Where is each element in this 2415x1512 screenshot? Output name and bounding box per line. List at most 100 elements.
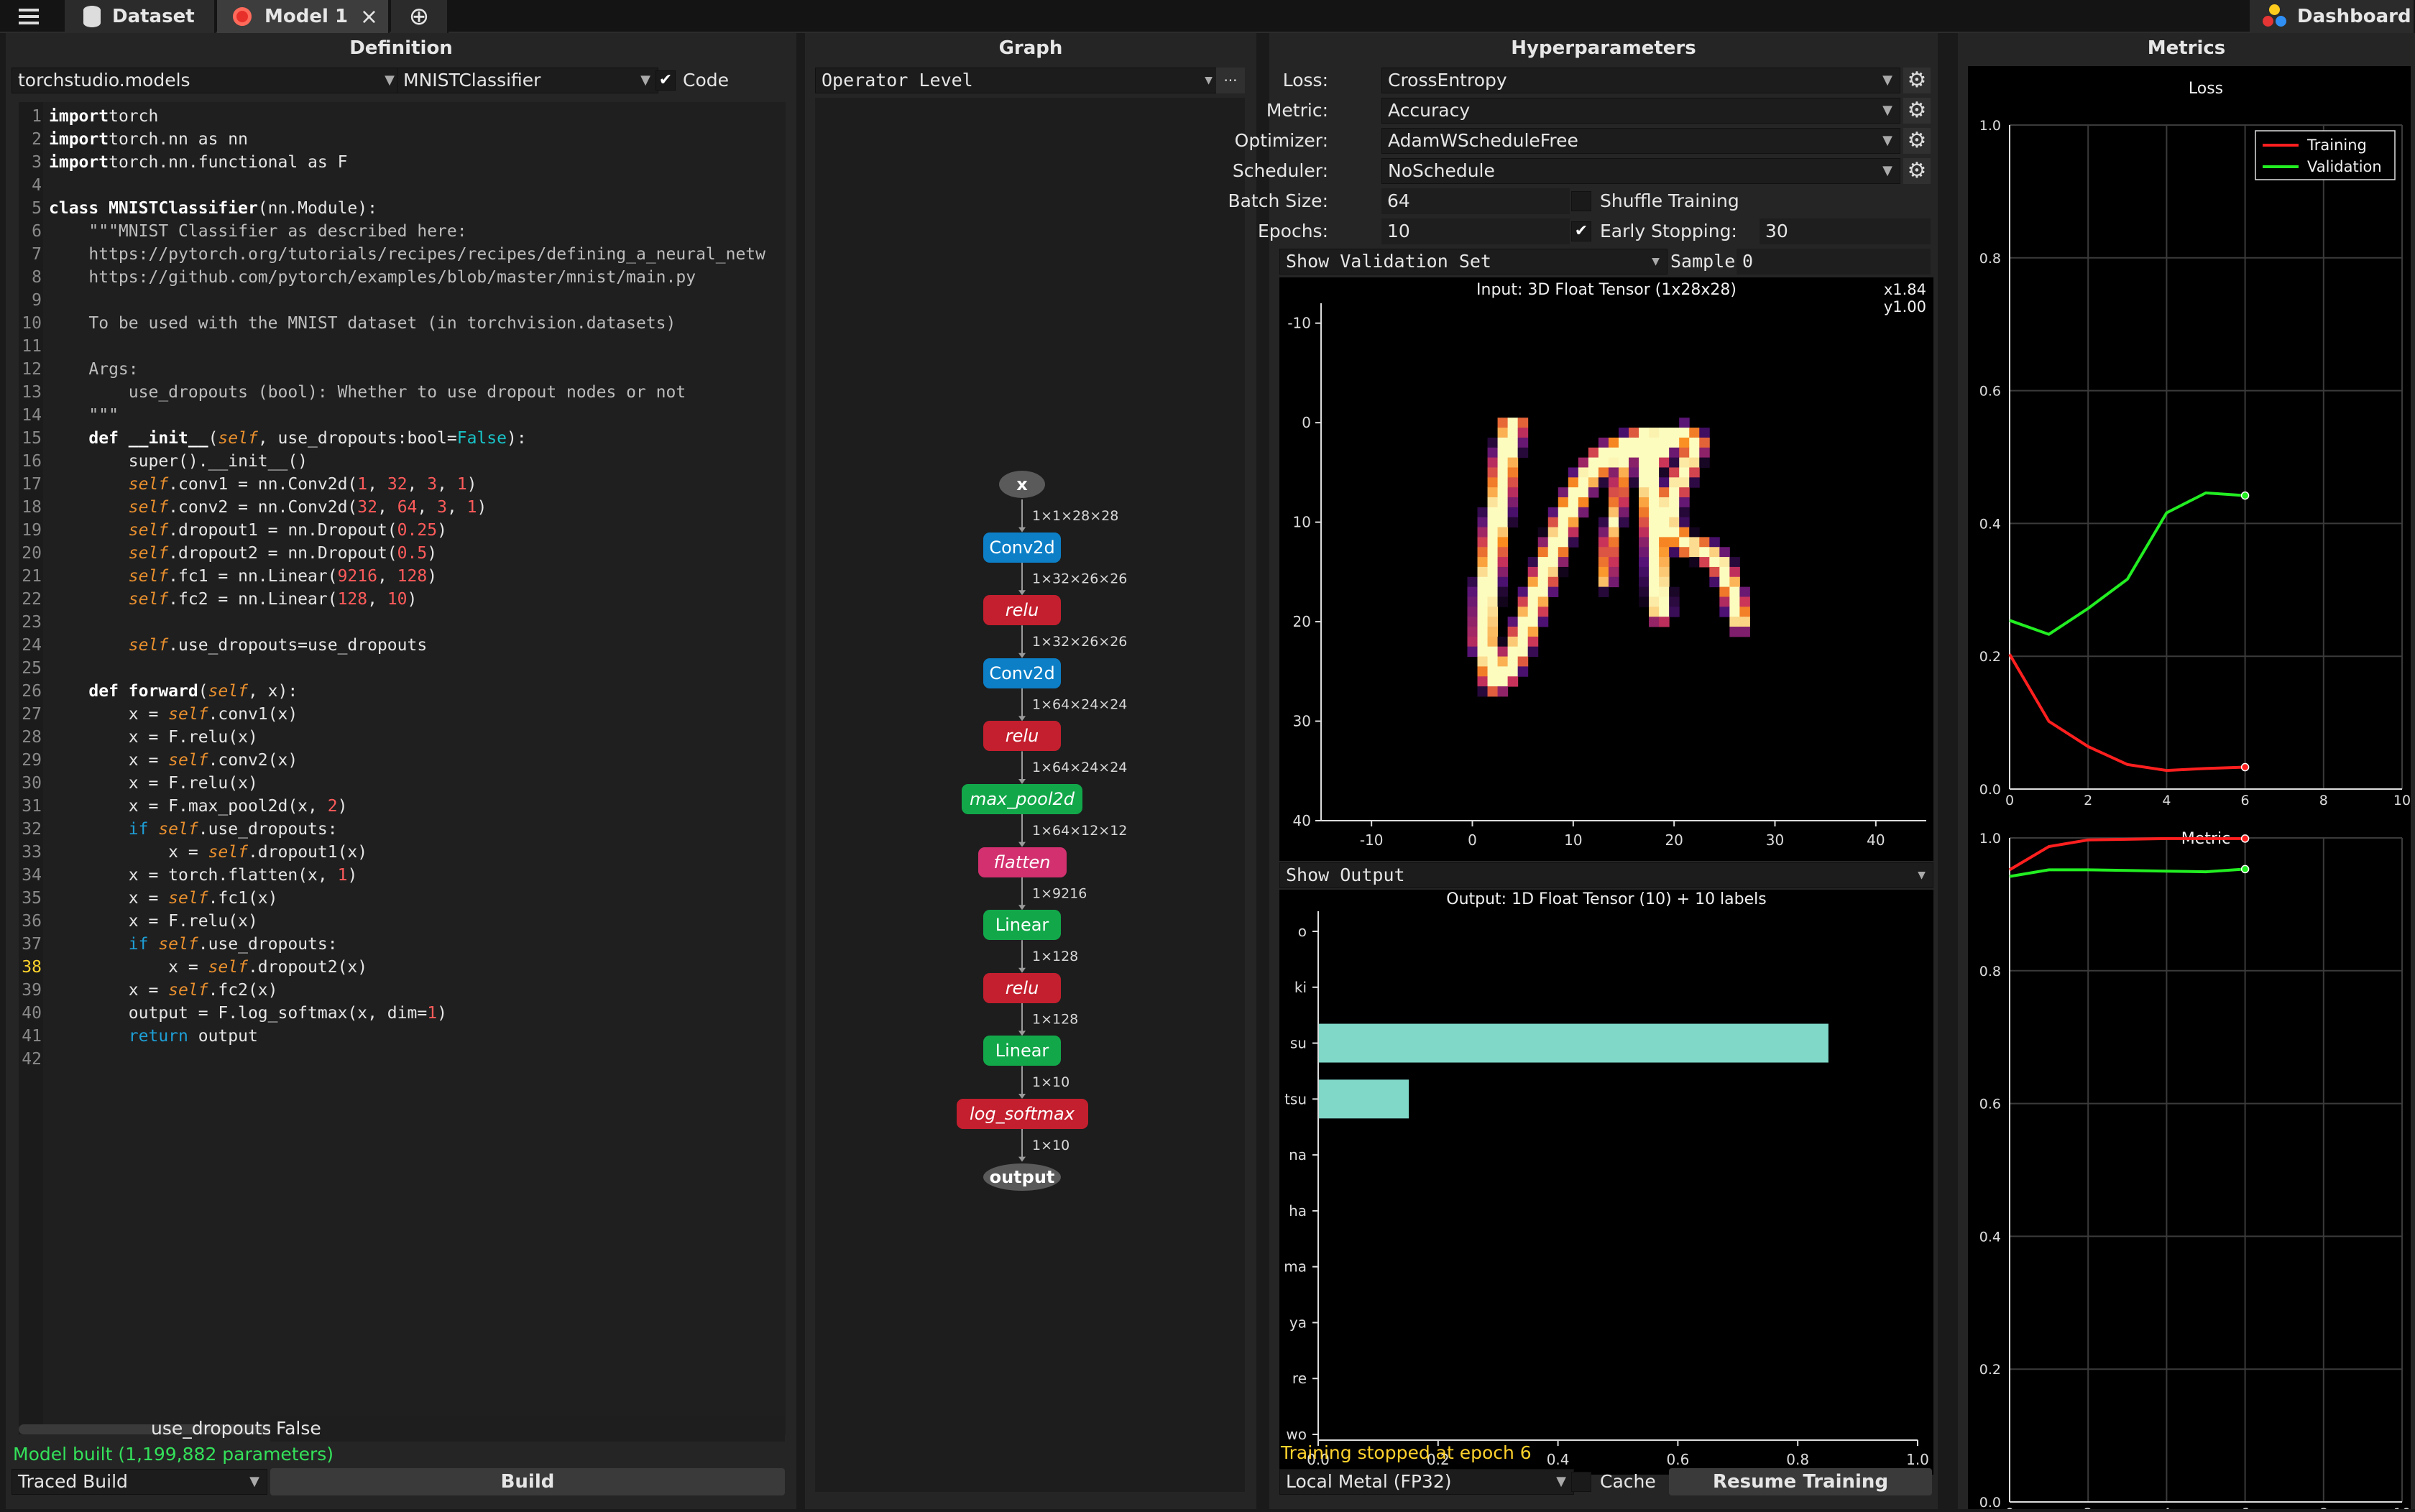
line-number: 9 [32,291,42,310]
code-line: importtorch.nn as nn [49,128,248,151]
code-line: def __init__(self, use_dropouts:bool=Fal… [49,427,526,450]
pixel [1699,428,1710,438]
tab-model[interactable]: Model 1 × [217,0,390,33]
code-token: 128 [397,567,428,586]
pixel [1497,447,1509,458]
batch-size-field[interactable]: 64 [1381,188,1570,214]
pixel [1517,586,1529,597]
add-tab-button[interactable]: ⊕ [391,0,448,33]
code-token: self [208,843,248,862]
pixel [1588,457,1599,468]
graph-level-select[interactable]: Operator Level ▼ [815,68,1220,93]
epochs-field[interactable]: 10 [1381,218,1570,244]
code-checkbox[interactable]: ✔ [656,70,676,91]
code-editor[interactable]: 1 importtorch 2 importtorch.nn as nn 3 import… [19,102,786,1434]
graph-node-x[interactable]: x [999,471,1045,498]
graph-more-button[interactable]: ··· [1216,68,1245,93]
pixel [1507,477,1519,488]
graph-level-value: Operator Level [822,70,973,91]
class-value: MNISTClassifier [403,70,541,91]
scheduler-select[interactable]: NoSchedule ▼ [1381,158,1900,184]
graph-node-max_pool2d[interactable]: max_pool2d [962,784,1082,814]
category-label: ha [1289,1202,1307,1220]
code-token: x = torch.flatten(x, [49,866,338,885]
dashboard-button[interactable]: Dashboard [2250,0,2415,33]
graph-node-linear[interactable]: Linear [983,1036,1061,1066]
graph-node-relu[interactable]: relu [983,595,1061,626]
pixel [1639,576,1650,588]
cache-checkbox[interactable] [1571,1472,1591,1492]
param-field[interactable]: False [270,1416,785,1442]
graph-node-relu[interactable]: relu [983,721,1061,752]
chart-title: Loss [2189,80,2223,98]
pixel [1497,656,1509,667]
pixel [1467,646,1478,658]
scheduler-settings-button[interactable]: ⚙ [1903,158,1931,184]
graph-node-log_softmax[interactable]: log_softmax [956,1099,1088,1129]
graph-edge-shape: 1×64×24×24 [1032,697,1127,713]
resume-training-button[interactable]: Resume Training [1669,1468,1932,1495]
loss-settings-button[interactable]: ⚙ [1903,68,1931,93]
pixel [1497,566,1509,578]
input-plot: Input: 3D Float Tensor (1x28x28) x1.84y1.… [1287,281,1926,849]
device-select[interactable]: Local Metal (FP32) ▼ [1279,1469,1574,1495]
early-stopping-checkbox[interactable]: ✔ [1571,221,1591,241]
pixel [1507,627,1519,637]
pixel [1639,507,1650,518]
code-token: .conv1(x) [208,705,298,724]
pixel [1487,666,1499,677]
dataset-view-select[interactable]: Show Validation Set ▼ [1279,249,1668,275]
metric-select[interactable]: Accuracy ▼ [1381,98,1900,124]
module-select[interactable]: torchstudio.models ▼ [12,68,402,93]
pixel [1477,517,1489,528]
metrics-canvas[interactable]: Loss 0 2 4 6 8 10 0.0 0.2 0.4 0.6 0.8 1.0 Training Val… [1968,66,2411,1512]
pixel [1477,507,1489,518]
output-view-select[interactable]: Show Output ▼ [1279,862,1933,888]
graph-node-linear[interactable]: Linear [983,910,1061,941]
pixel [1598,467,1609,478]
pixel [1558,487,1569,498]
code-token: .dropout1(x) [247,843,368,862]
code-line: if self.use_dropouts: [49,818,338,841]
tab-dataset[interactable]: Dataset [65,0,216,33]
pixel [1729,617,1740,627]
series-point-training [2240,762,2250,772]
pixel [1558,527,1569,538]
pixel [1497,547,1509,558]
category-label: o [1298,923,1307,940]
graph-node-conv2d[interactable]: Conv2d [983,532,1061,563]
output-viewer[interactable]: Output: 1D Float Tensor (10) + 10 labels… [1279,890,1933,1475]
graph-node-output[interactable]: output [983,1163,1061,1191]
x-tick-label: 0.6 [1666,1451,1689,1468]
shuffle-checkbox[interactable] [1571,191,1591,211]
graph-node-relu[interactable]: relu [983,972,1061,1003]
pixel [1689,557,1700,568]
y-tick-label: 0.6 [1979,384,2001,400]
optimizer-settings-button[interactable]: ⚙ [1903,128,1931,154]
optimizer-select[interactable]: AdamWScheduleFree ▼ [1381,128,1900,154]
code-token: ) [427,567,438,586]
metric-settings-button[interactable]: ⚙ [1903,98,1931,124]
pixel [1639,487,1650,498]
graph-node-conv2d[interactable]: Conv2d [983,658,1061,688]
build-mode-select[interactable]: Traced Build ▼ [12,1469,267,1495]
menu-button[interactable] [0,0,58,33]
graph-canvas[interactable]: 1×1×28×28 1×32×26×26 1×32×26×26 1×64×24×24 1… [815,98,1245,1492]
sample-field[interactable]: 0 [1736,249,1931,275]
pixel [1679,447,1690,458]
output-view-value: Show Output [1286,865,1405,885]
input-viewer[interactable]: Input: 3D Float Tensor (1x28x28) x1.84 y1.… [1279,277,1933,861]
pixel [1537,557,1549,568]
legend-label: Training [2306,137,2367,154]
close-icon[interactable]: × [360,4,378,29]
code-token: x = [49,958,208,977]
code-token: x = F.relu(x) [49,728,258,747]
pixel [1558,497,1569,508]
pixel [1477,547,1489,558]
graph-node-flatten[interactable]: flatten [978,847,1067,877]
code-token: self [128,498,169,517]
class-select[interactable]: MNISTClassifier ▼ [397,68,658,93]
build-button[interactable]: Build [270,1468,785,1495]
loss-select[interactable]: CrossEntropy ▼ [1381,68,1900,93]
early-stopping-field[interactable]: 30 [1760,218,1931,244]
